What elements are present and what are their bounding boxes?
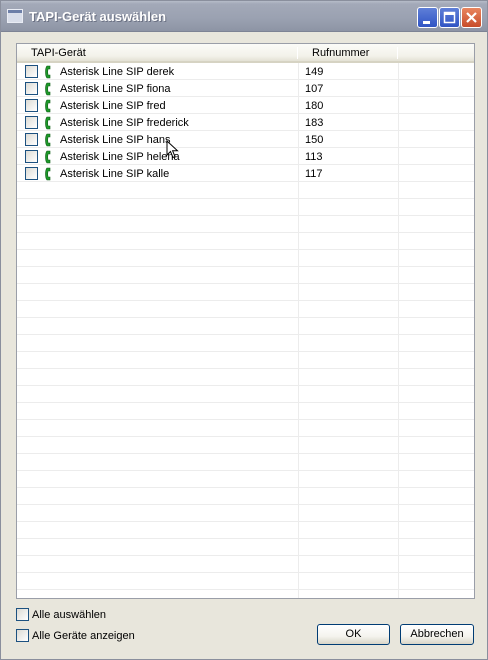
column-header-device[interactable]: TAPI-Gerät xyxy=(17,44,298,61)
select-all-label: Alle auswählen xyxy=(32,609,106,621)
device-name: Asterisk Line SIP helena xyxy=(60,151,180,163)
cancel-button[interactable]: Abbrechen xyxy=(400,624,474,645)
phone-icon xyxy=(45,82,51,96)
phone-number: 150 xyxy=(305,134,324,146)
phone-icon xyxy=(45,133,51,147)
column-separator[interactable] xyxy=(397,47,398,59)
device-name: Asterisk Line SIP fred xyxy=(60,100,166,112)
minimize-icon xyxy=(423,21,430,24)
phone-icon xyxy=(45,116,51,130)
show-all-devices-checkbox[interactable] xyxy=(16,629,29,642)
window-title: TAPI-Gerät auswählen xyxy=(29,9,167,24)
row-checkbox[interactable] xyxy=(25,99,38,112)
phone-number: 183 xyxy=(305,117,324,129)
row-checkbox[interactable] xyxy=(25,65,38,78)
close-icon xyxy=(466,12,477,23)
list-item[interactable]: Asterisk Line SIP frederick 183 xyxy=(17,115,474,132)
phone-number: 117 xyxy=(305,168,323,180)
phone-icon xyxy=(45,150,51,164)
row-checkbox[interactable] xyxy=(25,133,38,146)
phone-icon xyxy=(45,99,51,113)
list-item[interactable]: Asterisk Line SIP fiona 107 xyxy=(17,81,474,98)
select-all-checkbox[interactable] xyxy=(16,608,29,621)
maximize-icon xyxy=(443,11,456,24)
row-checkbox[interactable] xyxy=(25,150,38,163)
maximize-button[interactable] xyxy=(439,7,460,28)
phone-number: 113 xyxy=(305,151,323,163)
dialog-window: TAPI-Gerät auswählen TAPI-Gerät Rufnumme… xyxy=(0,0,488,660)
phone-icon xyxy=(45,167,51,181)
title-bar[interactable]: TAPI-Gerät auswählen xyxy=(1,1,487,32)
device-name: Asterisk Line SIP derek xyxy=(60,66,175,78)
mouse-cursor-icon xyxy=(166,140,179,159)
list-item[interactable]: Asterisk Line SIP derek 149 xyxy=(17,64,474,81)
row-checkbox[interactable] xyxy=(25,82,38,95)
list-item[interactable]: Asterisk Line SIP helena 113 xyxy=(17,149,474,166)
minimize-button[interactable] xyxy=(417,7,438,28)
ok-button[interactable]: OK xyxy=(317,624,390,645)
device-name: Asterisk Line SIP hans xyxy=(60,134,171,146)
list-item[interactable]: Asterisk Line SIP kalle 117 xyxy=(17,166,474,183)
row-checkbox[interactable] xyxy=(25,167,38,180)
device-list[interactable]: TAPI-Gerät Rufnummer Asterisk Line SIP d… xyxy=(16,43,475,599)
phone-icon xyxy=(45,65,51,79)
list-item[interactable]: Asterisk Line SIP hans 150 xyxy=(17,132,474,149)
show-all-devices-label: Alle Geräte anzeigen xyxy=(32,630,135,642)
column-header-number[interactable]: Rufnummer xyxy=(298,44,398,61)
row-checkbox[interactable] xyxy=(25,116,38,129)
device-name: Asterisk Line SIP fiona xyxy=(60,83,171,95)
phone-number: 107 xyxy=(305,83,324,95)
close-button[interactable] xyxy=(461,7,482,28)
window-icon xyxy=(7,9,23,23)
device-name: Asterisk Line SIP frederick xyxy=(60,117,189,129)
phone-number: 180 xyxy=(305,100,324,112)
list-header: TAPI-Gerät Rufnummer xyxy=(17,44,474,63)
device-name: Asterisk Line SIP kalle xyxy=(60,168,170,180)
list-item[interactable]: Asterisk Line SIP fred 180 xyxy=(17,98,474,115)
phone-number: 149 xyxy=(305,66,324,78)
